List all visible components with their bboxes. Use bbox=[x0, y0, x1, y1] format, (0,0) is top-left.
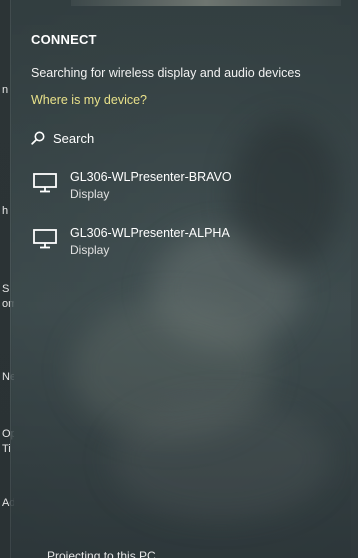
monitor-icon bbox=[33, 173, 57, 193]
screen: n h S om Ne Op Ti Add CONNECT Searching … bbox=[0, 0, 358, 558]
projecting-to-this-pc-link[interactable]: Projecting to this PC bbox=[47, 549, 156, 558]
panel-title: CONNECT bbox=[31, 32, 97, 47]
monitor-icon bbox=[33, 229, 57, 249]
search-label: Search bbox=[53, 130, 95, 146]
device-item-alpha[interactable]: GL306-WLPresenter-ALPHA Display bbox=[33, 226, 343, 266]
device-type: Display bbox=[70, 243, 110, 257]
device-name: GL306-WLPresenter-ALPHA bbox=[70, 226, 230, 240]
search-button[interactable]: Search bbox=[31, 128, 94, 148]
device-name: GL306-WLPresenter-BRAVO bbox=[70, 170, 232, 184]
search-icon bbox=[31, 131, 45, 145]
reflection-shape bbox=[111, 400, 331, 520]
where-is-my-device-link[interactable]: Where is my device? bbox=[31, 93, 147, 107]
reflection-shape bbox=[71, 300, 271, 440]
device-item-bravo[interactable]: GL306-WLPresenter-BRAVO Display bbox=[33, 170, 343, 210]
connect-panel: CONNECT Searching for wireless display a… bbox=[10, 0, 351, 558]
device-type: Display bbox=[70, 187, 110, 201]
search-status-text: Searching for wireless display and audio… bbox=[31, 66, 301, 80]
screen-glare bbox=[71, 0, 341, 6]
